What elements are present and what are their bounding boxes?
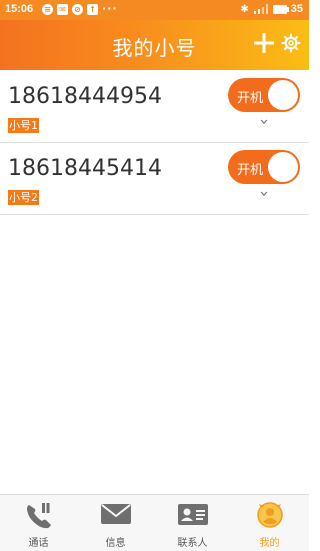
tab-profile[interactable]: 我的 — [231, 495, 308, 551]
signal-icon — [253, 4, 268, 14]
toggle-label: 开机 — [237, 91, 264, 106]
phone-number: 18618445414 — [8, 156, 162, 181]
line-tag: 小号2 — [8, 190, 39, 205]
status-time: 15:06 — [5, 3, 34, 15]
contact-card-icon — [177, 504, 208, 525]
plus-icon[interactable] — [253, 32, 275, 54]
tab-label: 信息 — [105, 538, 126, 549]
tab-messages[interactable]: 信息 — [77, 495, 154, 551]
list-item[interactable]: 18618444954 小号1 开机 — [0, 70, 309, 143]
bluetooth-icon: ✱ — [240, 3, 249, 15]
battery-icon — [272, 4, 289, 14]
chevron-down-icon[interactable] — [258, 190, 270, 198]
message-icon — [100, 504, 131, 524]
line-tag: 小号1 — [8, 118, 39, 133]
bottom-tab-bar: 通话 信息 联系人 我的 — [0, 494, 309, 551]
chevron-down-icon[interactable] — [258, 118, 270, 126]
toggle-knob — [268, 80, 298, 110]
power-toggle[interactable]: 开机 — [228, 150, 300, 184]
phone-number: 18618444954 — [8, 84, 162, 109]
tab-calls[interactable]: 通话 — [0, 495, 77, 551]
tab-label: 联系人 — [177, 538, 208, 549]
power-toggle[interactable]: 开机 — [228, 78, 300, 112]
blocked-notification-icon: ⊘ — [72, 4, 83, 15]
tab-contacts[interactable]: 联系人 — [154, 495, 231, 551]
system-status: ✱ 35 — [240, 3, 303, 15]
chat-notification-icon: ≡ — [42, 4, 53, 15]
phone-icon — [26, 503, 51, 529]
tab-label: 我的 — [259, 538, 280, 549]
toggle-label: 开机 — [237, 163, 264, 178]
gear-icon[interactable] — [281, 33, 301, 53]
upload-notification-icon: ↑ — [87, 4, 98, 15]
mail-notification-icon: ✉ — [57, 4, 68, 15]
toggle-knob — [268, 152, 298, 182]
profile-icon — [256, 502, 283, 528]
more-notifications-icon: ··· — [102, 2, 118, 15]
notification-icons: ≡ ✉ ⊘ ↑ ··· — [42, 2, 118, 15]
status-bar: 15:06 ≡ ✉ ⊘ ↑ ··· ✱ 35 — [0, 0, 309, 20]
battery-level: 35 — [290, 3, 303, 15]
list-item[interactable]: 18618445414 小号2 开机 — [0, 142, 309, 215]
app-header: 我的小号 — [0, 20, 309, 70]
tab-label: 通话 — [28, 538, 49, 549]
